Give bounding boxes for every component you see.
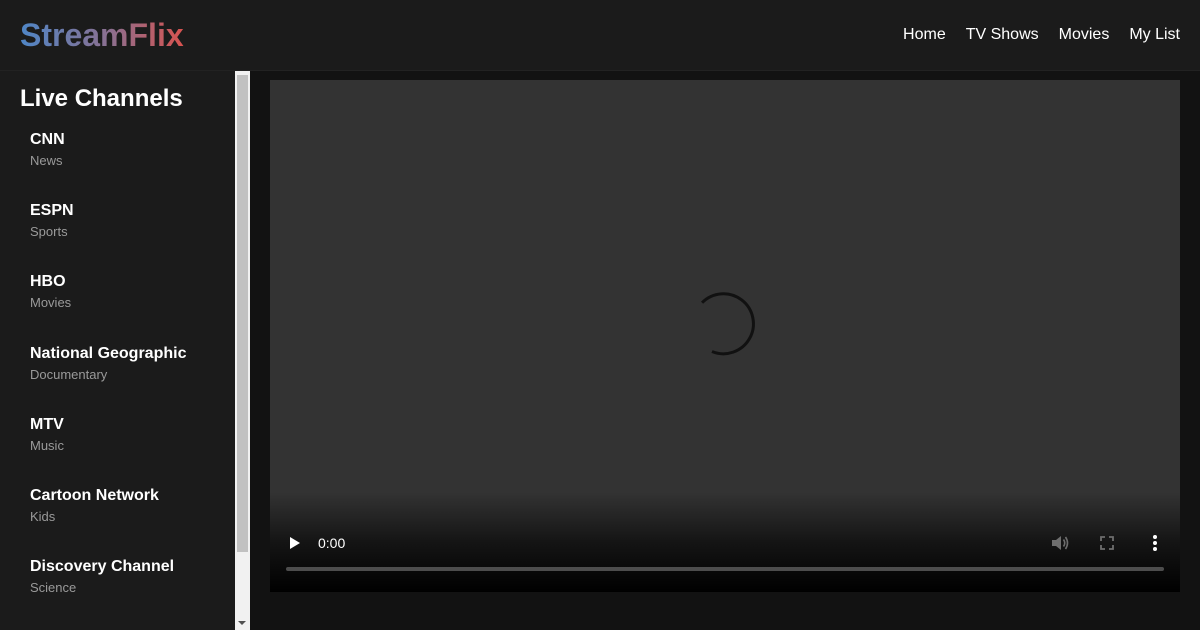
main-nav: Home TV Shows Movies My List (903, 25, 1180, 45)
nav-tv-shows[interactable]: TV Shows (966, 25, 1039, 45)
channel-name: MTV (30, 415, 64, 433)
channel-genre: Kids (30, 508, 56, 524)
channel-name: Discovery Channel (30, 558, 175, 576)
channel-genre: Movies (30, 295, 72, 311)
fullscreen-icon[interactable] (1099, 535, 1115, 551)
scroll-down-arrow-icon[interactable] (238, 621, 246, 625)
nav-my-list[interactable]: My List (1129, 25, 1180, 45)
channel-list: CNN News ESPN Sports HBO Movies National… (30, 130, 230, 628)
volume-icon[interactable] (1050, 534, 1070, 552)
play-icon[interactable] (286, 534, 302, 552)
scrollbar-thumb[interactable] (237, 75, 248, 552)
channel-genre: Music (30, 437, 64, 453)
channel-item-cartoon-network[interactable]: Cartoon Network Kids (30, 486, 230, 557)
nav-movies[interactable]: Movies (1059, 25, 1110, 45)
channel-sidebar: Live Channels CNN News ESPN Sports HBO M… (0, 71, 250, 630)
channel-name: Cartoon Network (30, 486, 159, 504)
channel-item-espn[interactable]: ESPN Sports (30, 201, 230, 272)
channel-item-discovery-channel[interactable]: Discovery Channel Science (30, 557, 230, 628)
channel-item-cnn[interactable]: CNN News (30, 130, 230, 201)
channel-item-mtv[interactable]: MTV Music (30, 415, 230, 486)
channel-name: CNN (30, 131, 65, 148)
channel-genre: News (30, 153, 63, 168)
progress-bar[interactable] (286, 567, 1164, 571)
current-time: 0:00 (318, 535, 346, 551)
channel-genre: Science (30, 580, 77, 596)
nav-home[interactable]: Home (903, 25, 946, 45)
sidebar-title: Live Channels (20, 85, 183, 112)
video-player[interactable]: 0:00 (270, 80, 1180, 592)
channel-genre: Sports (30, 224, 68, 240)
header: StreamFlix Home TV Shows Movies My List (0, 0, 1200, 71)
sidebar-scrollbar[interactable] (235, 71, 250, 630)
channel-genre: Documentary (30, 366, 108, 382)
channel-item-national-geographic[interactable]: National Geographic Documentary (30, 344, 230, 415)
channel-name: HBO (30, 273, 66, 291)
channel-name: National Geographic (30, 344, 187, 362)
channel-item-hbo[interactable]: HBO Movies (30, 272, 230, 343)
logo[interactable]: StreamFlix (20, 16, 184, 54)
loading-spinner-icon (700, 292, 755, 356)
controls-overlay (270, 492, 1180, 592)
more-options-icon[interactable] (1149, 534, 1161, 552)
main-content: 0:00 (250, 71, 1200, 630)
channel-name: ESPN (30, 202, 74, 220)
